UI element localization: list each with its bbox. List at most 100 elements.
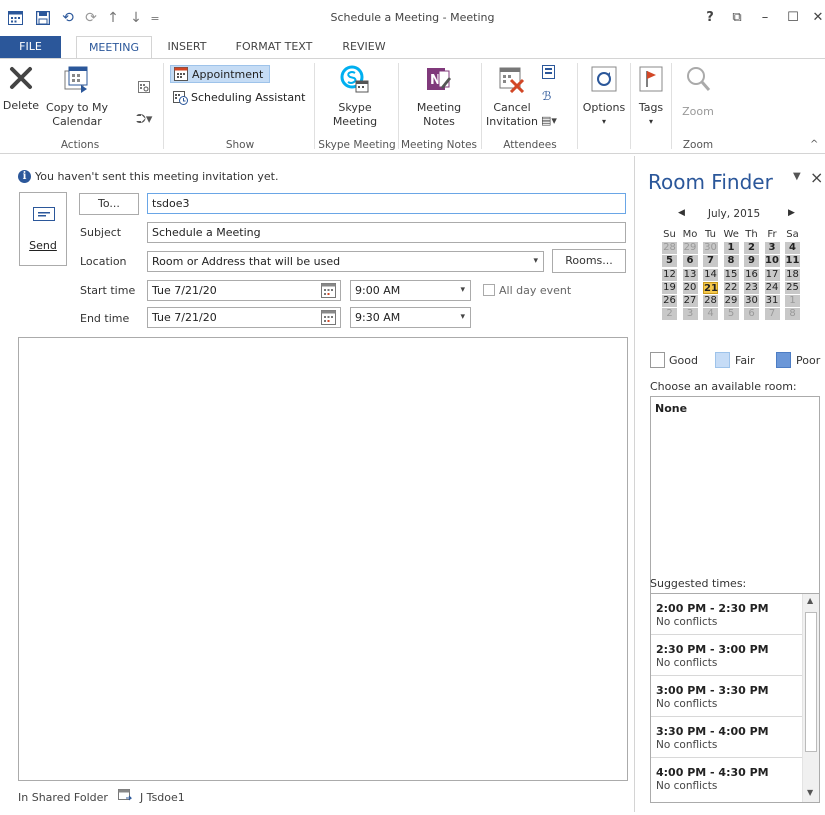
- calendar-day[interactable]: 3: [764, 242, 780, 255]
- calendar-day[interactable]: 4: [785, 242, 800, 255]
- suggestion-item[interactable]: 4:00 PM - 4:30 PM No conflicts: [651, 758, 803, 799]
- tab-insert[interactable]: INSERT: [160, 36, 214, 58]
- subject-field[interactable]: Schedule a Meeting: [147, 222, 626, 243]
- up-arrow-icon[interactable]: ↑: [105, 9, 121, 27]
- calendar-day[interactable]: 10: [764, 255, 780, 268]
- calendar-day[interactable]: 4: [703, 308, 718, 321]
- undo-icon[interactable]: ⟲: [59, 9, 77, 27]
- calendar-icon[interactable]: [321, 283, 337, 298]
- calendar-day[interactable]: 6: [682, 255, 698, 268]
- prev-month-icon[interactable]: ◀: [678, 208, 685, 218]
- calendar-day[interactable]: 7: [703, 255, 718, 268]
- scroll-thumb[interactable]: [805, 612, 817, 752]
- minimize-icon[interactable]: –: [752, 8, 778, 28]
- calendar-day[interactable]: 16: [744, 268, 759, 281]
- calendar-day[interactable]: 20: [682, 281, 698, 294]
- calendar-day-selected[interactable]: 21: [703, 281, 718, 294]
- calendar-day[interactable]: 1: [723, 242, 739, 255]
- to-field[interactable]: tsdoe3: [147, 193, 626, 214]
- suggestion-item[interactable]: 3:30 PM - 4:00 PM No conflicts: [651, 717, 803, 758]
- suggestion-item[interactable]: 2:30 PM - 3:00 PM No conflicts: [651, 635, 803, 676]
- scroll-down-icon[interactable]: ▼: [807, 788, 813, 797]
- suggestion-item[interactable]: 3:00 PM - 3:30 PM No conflicts: [651, 676, 803, 717]
- close-icon[interactable]: ✕: [805, 8, 825, 28]
- calendar-day[interactable]: 30: [744, 295, 759, 307]
- customize-icon[interactable]: =: [148, 9, 162, 27]
- meeting-notes-button[interactable]: N Meeting Notes: [408, 65, 470, 129]
- zoom-button[interactable]: Zoom: [676, 65, 720, 119]
- copy-to-calendar-button[interactable]: Copy to My Calendar: [32, 65, 122, 129]
- next-month-icon[interactable]: ▶: [788, 208, 795, 218]
- chevron-down-icon[interactable]: ▾: [460, 308, 465, 327]
- calendar-day[interactable]: 29: [723, 295, 739, 307]
- tab-meeting[interactable]: MEETING: [76, 36, 152, 59]
- scroll-up-icon[interactable]: ▲: [807, 596, 813, 605]
- end-time-field[interactable]: 9:30 AM ▾: [350, 307, 471, 328]
- available-rooms-list[interactable]: None: [650, 396, 820, 598]
- calendar-day[interactable]: 2: [744, 242, 759, 255]
- calendar-day[interactable]: 7: [764, 308, 780, 321]
- send-button[interactable]: Send: [19, 192, 67, 266]
- options-button[interactable]: Options ▾: [580, 65, 628, 129]
- calendar-day[interactable]: 2: [662, 308, 677, 321]
- calendar-day[interactable]: 19: [662, 281, 677, 294]
- ribbon-display-icon[interactable]: ⧉: [724, 8, 750, 28]
- calendar-day[interactable]: 12: [662, 268, 677, 281]
- tab-review[interactable]: REVIEW: [336, 36, 392, 58]
- calendar-day[interactable]: 30: [703, 242, 718, 255]
- chevron-down-icon[interactable]: ▾: [533, 252, 538, 271]
- suggestion-item[interactable]: 2:00 PM - 2:30 PM No conflicts: [651, 594, 803, 635]
- calendar-day[interactable]: 22: [723, 281, 739, 294]
- maximize-icon[interactable]: ☐: [780, 8, 806, 28]
- suggestions-scrollbar[interactable]: ▲ ▼: [802, 594, 819, 802]
- check-names-icon[interactable]: ℬ: [542, 89, 551, 103]
- calendar-preview-icon[interactable]: [138, 81, 150, 93]
- calendar-day[interactable]: 5: [662, 255, 677, 268]
- scheduling-assistant-button[interactable]: Scheduling Assistant: [170, 89, 308, 107]
- tab-file[interactable]: FILE: [0, 36, 61, 58]
- start-time-field[interactable]: 9:00 AM ▾: [350, 280, 471, 301]
- response-options-icon[interactable]: ▤▾: [541, 114, 557, 127]
- calendar-day[interactable]: 17: [764, 268, 780, 281]
- to-button[interactable]: To...: [79, 193, 139, 215]
- address-book-icon[interactable]: [542, 65, 555, 82]
- calendar-day[interactable]: 14: [703, 268, 718, 281]
- down-arrow-icon[interactable]: ↓: [128, 9, 144, 27]
- calendar-day[interactable]: 9: [744, 255, 759, 268]
- rooms-button[interactable]: Rooms...: [552, 249, 626, 273]
- all-day-checkbox[interactable]: [483, 284, 495, 296]
- end-date-field[interactable]: Tue 7/21/20: [147, 307, 341, 328]
- calendar-day[interactable]: 29: [682, 242, 698, 255]
- appointment-button[interactable]: Appointment: [170, 65, 270, 83]
- calendar-day[interactable]: 27: [682, 295, 698, 307]
- help-icon[interactable]: ?: [697, 8, 723, 28]
- start-date-field[interactable]: Tue 7/21/20: [147, 280, 341, 301]
- calendar-day[interactable]: 25: [785, 281, 800, 294]
- suggested-times-list[interactable]: 2:00 PM - 2:30 PM No conflicts 2:30 PM -…: [650, 593, 820, 803]
- chevron-down-icon[interactable]: ▼: [793, 171, 801, 182]
- tab-format-text[interactable]: FORMAT TEXT: [226, 36, 322, 58]
- calendar-day[interactable]: 6: [744, 308, 759, 321]
- calendar-day[interactable]: 3: [682, 308, 698, 321]
- calendar-day[interactable]: 23: [744, 281, 759, 294]
- calendar-day[interactable]: 1: [785, 295, 800, 307]
- redo-icon[interactable]: ⟳: [82, 9, 100, 27]
- close-icon[interactable]: ×: [810, 168, 823, 187]
- collapse-ribbon-icon[interactable]: ^: [810, 139, 818, 150]
- calendar-day[interactable]: 8: [723, 255, 739, 268]
- calendar-day[interactable]: 8: [785, 308, 800, 321]
- calendar-day[interactable]: 18: [785, 268, 800, 281]
- room-item[interactable]: None: [655, 402, 687, 415]
- message-body[interactable]: [18, 337, 628, 781]
- calendar-icon[interactable]: [321, 310, 337, 325]
- calendar-day[interactable]: 28: [662, 242, 677, 255]
- skype-meeting-button[interactable]: Skype Meeting: [324, 65, 386, 129]
- calendar-day[interactable]: 15: [723, 268, 739, 281]
- chevron-down-icon[interactable]: ▾: [460, 281, 465, 300]
- cancel-invitation-button[interactable]: Cancel Invitation: [486, 65, 538, 129]
- calendar-day[interactable]: 11: [785, 255, 800, 268]
- calendar-day[interactable]: 28: [703, 295, 718, 307]
- calendar-day[interactable]: 5: [723, 308, 739, 321]
- calendar-day[interactable]: 26: [662, 295, 677, 307]
- forward-icon[interactable]: ⮊▾: [136, 112, 152, 127]
